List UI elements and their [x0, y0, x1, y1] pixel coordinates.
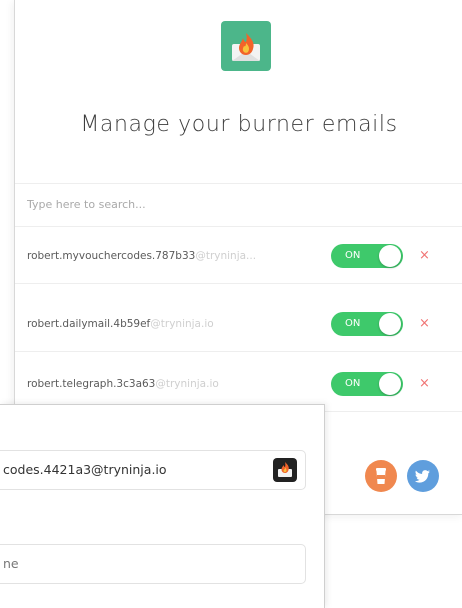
email-local: robert.myvouchercodes.787b33: [27, 250, 196, 262]
email-domain: @tryninja.io: [150, 318, 214, 330]
email-field-value: codes.4421a3@tryninja.io: [3, 462, 167, 477]
delete-icon[interactable]: ×: [419, 229, 430, 283]
signup-form: codes.4421a3@tryninja.io ne: [0, 404, 325, 608]
email-domain: @tryninja...: [195, 250, 257, 262]
email-toggle[interactable]: ON: [331, 372, 403, 396]
burner-logo-icon[interactable]: [273, 458, 297, 482]
email-toggle[interactable]: ON: [331, 244, 403, 268]
email-local: robert.dailymail.4b59ef: [27, 318, 151, 330]
toggle-knob: [379, 313, 401, 335]
email-row: robert.dailymail.4b59ef@tryninja.io ON ×: [15, 297, 462, 352]
email-address[interactable]: robert.myvouchercodes.787b33@tryninja...: [27, 229, 322, 283]
toggle-knob: [379, 245, 401, 267]
email-field[interactable]: codes.4421a3@tryninja.io: [0, 450, 306, 490]
toggle-label: ON: [345, 318, 361, 329]
email-address[interactable]: robert.dailymail.4b59ef@tryninja.io: [27, 297, 322, 351]
search-bar: [15, 183, 462, 227]
search-input[interactable]: [15, 184, 407, 224]
page-title: Manage your burner emails: [80, 112, 398, 137]
burner-logo-icon: [221, 21, 271, 71]
delete-icon[interactable]: ×: [419, 357, 430, 411]
toggle-knob: [379, 373, 401, 395]
email-toggle[interactable]: ON: [331, 312, 403, 336]
email-row: robert.myvouchercodes.787b33@tryninja...…: [15, 229, 462, 284]
email-address[interactable]: robert.telegraph.3c3a63@tryninja.io: [27, 357, 322, 411]
coffee-cup-icon[interactable]: [365, 460, 397, 492]
email-domain: @tryninja.io: [155, 378, 219, 390]
toggle-label: ON: [345, 250, 361, 261]
toggle-label: ON: [345, 378, 361, 389]
email-local: robert.telegraph.3c3a63: [27, 378, 156, 390]
twitter-bird-icon[interactable]: [407, 460, 439, 492]
delete-icon[interactable]: ×: [419, 297, 430, 351]
name-field[interactable]: ne: [0, 544, 306, 584]
name-field-value: ne: [3, 556, 19, 571]
